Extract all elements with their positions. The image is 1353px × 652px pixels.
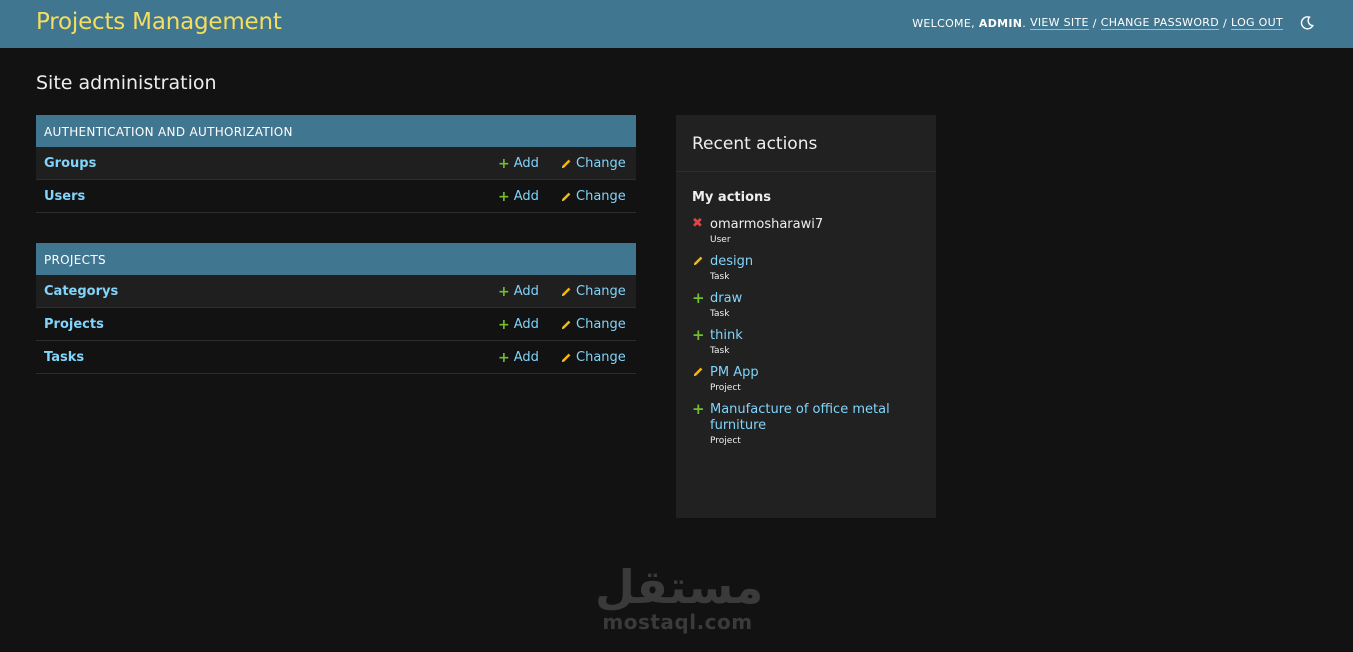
model-row-groups: Groups + Add Change <box>36 147 636 180</box>
pencil-icon <box>562 192 571 201</box>
log-out-link[interactable]: LOG OUT <box>1231 16 1283 30</box>
action-object-type: Task <box>710 346 730 356</box>
model-row-tasks: Tasks + Add Change <box>36 341 636 374</box>
welcome-text: WELCOME, <box>912 16 975 30</box>
pencil-icon <box>562 159 571 168</box>
action-object-link[interactable]: think <box>710 328 920 344</box>
list-item: design Task <box>692 254 920 282</box>
add-tasks-button[interactable]: + Add <box>498 350 539 365</box>
recent-actions-panel: Recent actions My actions ✖ omarmosharaw… <box>676 115 936 518</box>
change-groups-button[interactable]: Change <box>560 156 626 171</box>
action-list: ✖ omarmosharawi7 User design Task + draw… <box>676 205 936 446</box>
moon-icon[interactable] <box>1299 15 1315 31</box>
add-groups-button[interactable]: + Add <box>498 156 539 171</box>
model-link-groups[interactable]: Groups <box>44 156 96 171</box>
watermark-logo: مستقل mostaql.com <box>595 560 764 634</box>
change-password-link[interactable]: CHANGE PASSWORD <box>1100 16 1220 30</box>
model-link-categorys[interactable]: Categorys <box>44 284 118 299</box>
action-object-type: Task <box>710 309 730 319</box>
action-object-link[interactable]: PM App <box>710 365 920 381</box>
module-caption[interactable]: AUTHENTICATION AND AUTHORIZATION <box>36 115 636 147</box>
list-item: PM App Project <box>692 365 920 393</box>
list-item: + draw Task <box>692 289 920 320</box>
model-row-projects: Projects + Add Change <box>36 308 636 341</box>
module-caption[interactable]: PROJECTS <box>36 243 636 275</box>
add-users-button[interactable]: + Add <box>498 189 539 204</box>
model-link-users[interactable]: Users <box>44 189 85 204</box>
plus-icon: + <box>692 326 705 344</box>
change-tasks-button[interactable]: Change <box>560 350 626 365</box>
change-users-button[interactable]: Change <box>560 189 626 204</box>
recent-actions-title: Recent actions <box>676 115 936 172</box>
action-object: omarmosharawi7 <box>710 217 824 232</box>
watermark-latin: mostaql.com <box>602 610 753 634</box>
username: ADMIN <box>978 16 1023 30</box>
pencil-icon <box>694 256 703 265</box>
list-item: + Manufacture of office metal furniture … <box>692 400 920 447</box>
pencil-icon <box>562 287 571 296</box>
action-object-type: User <box>710 235 731 245</box>
plus-icon: + <box>498 349 510 366</box>
x-icon: ✖ <box>692 216 703 231</box>
plus-icon: + <box>498 316 510 333</box>
action-object-type: Project <box>710 436 741 446</box>
model-row-categorys: Categorys + Add Change <box>36 275 636 308</box>
plus-icon: + <box>498 155 510 172</box>
page-title: Site administration <box>36 72 217 94</box>
add-categorys-button[interactable]: + Add <box>498 284 539 299</box>
add-projects-button[interactable]: + Add <box>498 317 539 332</box>
list-item: + think Task <box>692 326 920 357</box>
change-projects-button[interactable]: Change <box>560 317 626 332</box>
model-link-tasks[interactable]: Tasks <box>44 350 84 365</box>
plus-icon: + <box>692 289 705 307</box>
view-site-link[interactable]: VIEW SITE <box>1030 16 1089 30</box>
model-row-users: Users + Add Change <box>36 180 636 213</box>
list-item: ✖ omarmosharawi7 User <box>692 217 920 245</box>
action-object-link[interactable]: draw <box>710 291 920 307</box>
pencil-icon <box>562 320 571 329</box>
plus-icon: + <box>692 400 705 418</box>
user-tools: WELCOME, ADMIN. VIEW SITE / CHANGE PASSW… <box>912 15 1315 31</box>
my-actions-heading: My actions <box>692 190 772 205</box>
action-object-link[interactable]: design <box>710 254 920 270</box>
plus-icon: + <box>498 283 510 300</box>
module-projects: PROJECTS Categorys + Add Change Projects … <box>36 243 636 374</box>
action-object-type: Task <box>710 272 730 282</box>
separator: / <box>1223 16 1228 30</box>
action-object-type: Project <box>710 383 741 393</box>
plus-icon: + <box>498 188 510 205</box>
pencil-icon <box>562 353 571 362</box>
watermark-arabic: مستقل <box>595 560 764 614</box>
change-categorys-button[interactable]: Change <box>560 284 626 299</box>
site-header: Projects Management WELCOME, ADMIN. VIEW… <box>0 0 1353 48</box>
model-link-projects[interactable]: Projects <box>44 317 104 332</box>
pencil-icon <box>694 367 703 376</box>
module-authentication: AUTHENTICATION AND AUTHORIZATION Groups … <box>36 115 636 213</box>
separator: / <box>1092 16 1097 30</box>
site-brand[interactable]: Projects Management <box>36 9 282 35</box>
action-object-link[interactable]: Manufacture of office metal furniture <box>710 402 920 434</box>
